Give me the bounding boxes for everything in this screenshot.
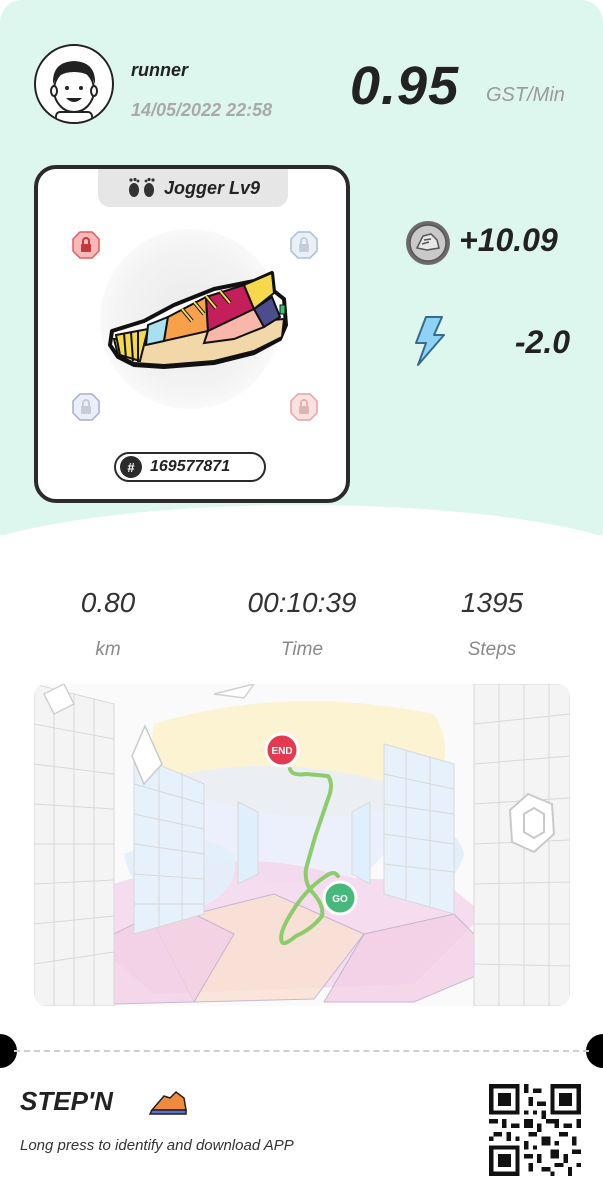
avatar: [34, 44, 114, 124]
hash-icon: #: [120, 456, 142, 478]
footprints-icon: [128, 177, 155, 197]
sneaker-card[interactable]: Jogger Lv9 # 169577871: [34, 165, 350, 503]
lock-blue-icon[interactable]: [72, 393, 100, 421]
route-map: END GO: [34, 684, 570, 1006]
brand-logo: STEP'N: [20, 1084, 190, 1123]
avatar-face-icon: [50, 61, 98, 122]
gst-rate-unit: GST/Min: [486, 84, 565, 106]
brand-text: STEP'N: [20, 1086, 114, 1116]
distance-unit: km: [95, 639, 121, 660]
time-value: 00:10:39: [247, 587, 357, 618]
go-marker-label: GO: [332, 894, 348, 905]
sneaker-tier-label: Jogger Lv9: [163, 177, 261, 198]
dashed-divider: [14, 1050, 589, 1052]
end-marker-label: END: [271, 746, 292, 757]
share-card: runner 14/05/2022 22:58 0.95 GST/Min Jog…: [0, 0, 603, 1200]
sneaker-id-pill: # 169577871: [114, 452, 266, 482]
steps-value: 1395: [460, 587, 524, 618]
energy-used: -2.0: [514, 324, 570, 360]
qr-code[interactable]: [489, 1084, 581, 1176]
username: runner: [131, 60, 189, 80]
gst-coin-icon: [406, 221, 450, 265]
sneaker-id: 169577871: [150, 458, 231, 475]
route-map-art: END GO: [34, 684, 570, 1006]
lock-blue-icon[interactable]: [290, 231, 318, 259]
gst-rate-value: 0.95: [350, 56, 460, 116]
go-marker: GO: [322, 880, 358, 916]
energy-bolt-icon: [415, 316, 445, 366]
sneaker-tier-tag: Jogger Lv9: [98, 169, 288, 207]
sneaker-image: [108, 271, 288, 369]
run-datetime: 14/05/2022 22:58: [131, 100, 273, 120]
stepn-logo: STEP'N: [20, 1086, 187, 1116]
lock-red-icon[interactable]: [290, 393, 318, 421]
end-marker: END: [264, 732, 300, 768]
download-prompt: Long press to identify and download APP: [20, 1137, 294, 1154]
time-label: Time: [280, 639, 324, 660]
lock-red-icon[interactable]: [72, 231, 100, 259]
distance-value: 0.80: [80, 587, 136, 618]
gst-earned: +10.09: [459, 222, 558, 258]
steps-label: Steps: [467, 639, 517, 660]
